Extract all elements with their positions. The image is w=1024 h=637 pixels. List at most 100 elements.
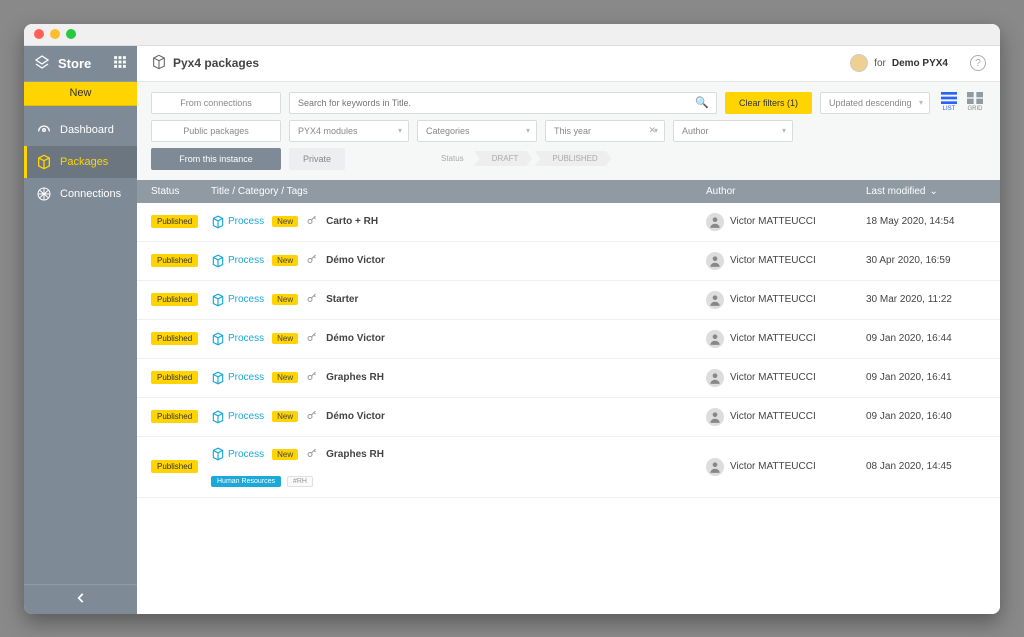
title-cell: ProcessNewDémo Victor (211, 331, 706, 346)
sidebar-item-label: Packages (60, 156, 108, 168)
table-row[interactable]: PublishedProcessNewGraphes RHVictor MATT… (137, 359, 1000, 398)
avatar (706, 458, 724, 476)
package-title: Démo Victor (326, 255, 385, 266)
new-chip: New (272, 449, 298, 460)
table-row[interactable]: Published ProcessNewStarterVictor MATTEUC… (137, 281, 1000, 320)
sidebar: Store New Dashboard Packages Connections (24, 46, 137, 614)
main-area: Pyx4 packages for Demo PYX4 ? From conne… (137, 46, 1000, 614)
new-button[interactable]: New (24, 82, 137, 106)
title-cell: ProcessNewStarter (211, 292, 706, 307)
filter-row-3: From this instance Private Status DRAFT … (137, 148, 1000, 180)
clear-filters-button[interactable]: Clear filters (1) (725, 92, 812, 114)
avatar (706, 213, 724, 231)
tag-chip[interactable]: #RH (287, 476, 313, 487)
sidebar-item-packages[interactable]: Packages (24, 146, 137, 178)
help-icon[interactable]: ? (970, 55, 986, 71)
table-row[interactable]: PublishedProcessNewDémo VictorVictor MAT… (137, 242, 1000, 281)
private-toggle[interactable]: Private (289, 148, 345, 170)
gauge-icon (36, 122, 52, 138)
sort-select[interactable]: Updated descending (820, 92, 930, 114)
modified-date: 09 Jan 2020, 16:44 (866, 333, 986, 344)
view-list-button[interactable]: LIST (938, 92, 960, 112)
status-published-chip[interactable]: PUBLISHED (534, 151, 611, 166)
key-icon (306, 253, 318, 268)
tag-chip[interactable]: Human Resources (211, 476, 281, 487)
minimize-window-icon[interactable] (50, 29, 60, 39)
status-badge: Published (151, 410, 198, 423)
search-field-wrap: 🔍 (289, 92, 717, 114)
period-value: This year (554, 126, 591, 136)
package-title: Carto + RH (326, 216, 378, 227)
connections-icon (36, 186, 52, 202)
sidebar-header: Store (24, 46, 137, 82)
avatar (706, 330, 724, 348)
author-cell: Victor MATTEUCCI (706, 291, 866, 309)
new-chip: New (272, 216, 298, 227)
chevron-left-icon (74, 591, 88, 608)
package-title: Graphes RH (326, 449, 384, 460)
maximize-window-icon[interactable] (66, 29, 76, 39)
process-chip: Process (211, 410, 264, 424)
new-chip: New (272, 333, 298, 344)
title-cell: ProcessNewDémo Victor (211, 409, 706, 424)
app-window: Store New Dashboard Packages Connections (24, 24, 1000, 614)
author-cell: Victor MATTEUCCI (706, 369, 866, 387)
cube-icon (211, 410, 225, 424)
modified-date: 09 Jan 2020, 16:41 (866, 372, 986, 383)
col-modified[interactable]: Last modified ⌄ (866, 186, 986, 197)
sidebar-title: Store (58, 56, 105, 71)
key-icon (306, 292, 318, 307)
sidebar-item-connections[interactable]: Connections (24, 178, 137, 210)
sidebar-item-dashboard[interactable]: Dashboard (24, 114, 137, 146)
package-title: Démo Victor (326, 411, 385, 422)
process-chip: Process (211, 215, 264, 229)
clear-period-icon[interactable]: ✕ (642, 125, 656, 136)
col-modified-label: Last modified (866, 186, 925, 197)
author-name: Victor MATTEUCCI (730, 411, 816, 422)
categories-select[interactable]: Categories (417, 120, 537, 142)
col-author: Author (706, 186, 866, 197)
cube-icon (211, 254, 225, 268)
table-row[interactable]: Published ProcessNewDémo Victor Victor MAT… (137, 398, 1000, 437)
apps-grid-icon[interactable] (113, 55, 127, 72)
user-scope: for Demo PYX4 (850, 54, 948, 72)
period-select[interactable]: This year ✕ (545, 120, 665, 142)
close-window-icon[interactable] (34, 29, 44, 39)
modified-date: 30 Mar 2020, 11:22 (866, 294, 986, 305)
avatar (706, 369, 724, 387)
author-cell: Victor MATTEUCCI (706, 213, 866, 231)
table-row[interactable]: PublishedProcessNewDémo VictorVictor MAT… (137, 320, 1000, 359)
author-name: Victor MATTEUCCI (730, 255, 816, 266)
page-title: Pyx4 packages (151, 54, 840, 73)
author-select[interactable]: Author (673, 120, 793, 142)
tab-from-connections[interactable]: From connections (151, 92, 281, 114)
author-name: Victor MATTEUCCI (730, 216, 816, 227)
module-select[interactable]: PYX4 modules (289, 120, 409, 142)
view-toggle: LIST GRID (938, 92, 986, 112)
table-row[interactable]: PublishedProcessNewGraphes RHHuman Resou… (137, 437, 1000, 498)
key-icon (306, 409, 318, 424)
status-badge: Published (151, 293, 198, 306)
package-icon (36, 154, 52, 170)
view-grid-label: GRID (968, 106, 983, 112)
tab-from-this-instance[interactable]: From this instance (151, 148, 281, 170)
sidebar-collapse-button[interactable] (24, 584, 137, 614)
package-title: Starter (326, 294, 358, 305)
new-chip: New (272, 372, 298, 383)
tab-public-packages[interactable]: Public packages (151, 120, 281, 142)
avatar (706, 291, 724, 309)
status-label: Status (431, 151, 474, 166)
author-name: Victor MATTEUCCI (730, 372, 816, 383)
table-row[interactable]: PublishedProcessNewCarto + RHVictor MATT… (137, 203, 1000, 242)
cube-icon (211, 215, 225, 229)
status-badge: Published (151, 460, 198, 473)
view-grid-button[interactable]: GRID (964, 92, 986, 112)
process-chip: Process (211, 254, 264, 268)
sidebar-item-label: Connections (60, 188, 121, 200)
search-input[interactable] (289, 92, 717, 114)
window-titlebar (24, 24, 1000, 46)
author-cell: Victor MATTEUCCI (706, 252, 866, 270)
status-draft-chip[interactable]: DRAFT (474, 151, 533, 166)
author-name: Victor MATTEUCCI (730, 461, 816, 472)
status-filter: Status DRAFT PUBLISHED (431, 151, 614, 166)
